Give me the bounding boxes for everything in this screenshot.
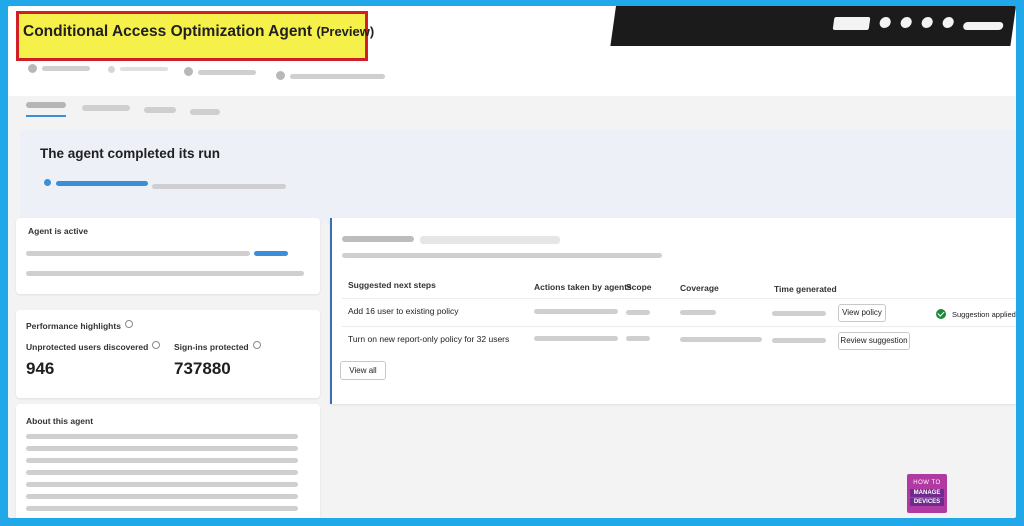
metric-label: Sign-ins protected	[174, 341, 261, 352]
view-all-button[interactable]: View all	[340, 361, 386, 380]
command-icon[interactable]	[108, 66, 115, 73]
notifications-icon[interactable]	[878, 17, 892, 28]
about-text-line	[26, 494, 298, 499]
column-header: Scope	[626, 282, 652, 292]
feedback-icon[interactable]	[941, 17, 955, 28]
active-tab-indicator	[26, 115, 66, 117]
action-cell	[534, 336, 618, 341]
agent-status-title: Agent is active	[28, 226, 88, 236]
suggestion-step: Turn on new report-only policy for 32 us…	[348, 334, 510, 344]
command-item[interactable]	[42, 66, 90, 71]
logo-line: MANAGE	[910, 489, 944, 497]
page-header: Conditional Access Optimization Agent (P…	[8, 6, 1016, 117]
tab-item[interactable]	[82, 105, 130, 111]
check-circle-icon	[936, 309, 946, 319]
performance-card: Performance highlights Unprotected users…	[16, 310, 320, 398]
about-text-line	[26, 470, 298, 475]
metric-value: 946	[26, 359, 55, 378]
column-header: Coverage	[680, 283, 719, 293]
account-menu[interactable]	[962, 22, 1004, 30]
action-cell	[534, 309, 618, 314]
about-text-line	[26, 506, 298, 511]
about-text-line	[26, 482, 298, 487]
suggestions-panel: Suggested next steps Actions taken by ag…	[330, 218, 1016, 404]
coverage-cell	[680, 310, 716, 315]
page-title-highlight: Conditional Access Optimization Agent (P…	[16, 11, 374, 61]
performance-title-text: Performance highlights	[26, 321, 121, 331]
agent-status-card: Agent is active	[16, 218, 320, 294]
command-item[interactable]	[290, 74, 385, 79]
progress-dot	[44, 179, 51, 186]
progress-bar-filled	[56, 181, 148, 186]
panel-description	[342, 253, 662, 258]
info-icon[interactable]	[252, 341, 261, 349]
command-icon[interactable]	[276, 71, 285, 80]
status-detail	[26, 251, 250, 256]
command-item[interactable]	[198, 70, 256, 75]
suggestion-status: Suggestion applied	[952, 310, 1016, 319]
logo-line: HOW TO	[913, 480, 941, 486]
about-text-line	[26, 446, 298, 451]
performance-title: Performance highlights	[26, 320, 133, 331]
banner-title: The agent completed its run	[40, 146, 221, 161]
logo-line: DEVICES	[910, 498, 944, 506]
command-item[interactable]	[120, 67, 168, 71]
top-bar-search[interactable]	[832, 17, 871, 30]
row-divider	[342, 298, 1016, 299]
column-header: Suggested next steps	[348, 280, 436, 290]
metric-value: 737880	[174, 359, 231, 378]
metric-label-text: Unprotected users discovered	[26, 342, 149, 352]
progress-bar-track	[152, 184, 286, 189]
column-header: Actions taken by agents	[534, 282, 632, 292]
review-suggestion-button[interactable]: Review suggestion	[838, 332, 910, 350]
scope-cell	[626, 336, 650, 341]
page-title-main: Conditional Access Optimization Agent	[23, 23, 313, 40]
metric-label-text: Sign-ins protected	[174, 342, 249, 352]
run-status-banner: The agent completed its run	[20, 130, 1016, 224]
time-cell	[772, 338, 826, 343]
time-cell	[772, 311, 826, 316]
settings-icon[interactable]	[899, 17, 913, 28]
app-window: Conditional Access Optimization Agent (P…	[8, 6, 1016, 518]
column-header: Time generated	[774, 284, 837, 294]
page-title-badge: (Preview)	[316, 24, 375, 39]
row-divider	[342, 326, 1016, 327]
view-policy-button[interactable]: View policy	[838, 304, 886, 322]
coverage-cell	[680, 337, 762, 342]
about-title: About this agent	[26, 416, 94, 426]
tab-item[interactable]	[144, 107, 176, 113]
info-icon[interactable]	[124, 320, 133, 328]
command-icon[interactable]	[184, 67, 193, 76]
tab-item[interactable]	[190, 109, 220, 115]
metric-label: Unprotected users discovered	[26, 341, 161, 352]
how-to-manage-devices-logo: HOW TO MANAGE DEVICES	[907, 474, 947, 513]
top-bar	[610, 6, 1016, 46]
about-text-line	[26, 458, 298, 463]
page-title: Conditional Access Optimization Agent (P…	[23, 23, 374, 41]
suggestion-step: Add 16 user to existing policy	[348, 306, 459, 316]
about-text-line	[26, 434, 298, 439]
status-detail	[26, 271, 304, 276]
info-icon[interactable]	[152, 341, 161, 349]
help-icon[interactable]	[920, 17, 934, 28]
scope-cell	[626, 310, 650, 315]
tab-overview[interactable]	[26, 102, 66, 108]
command-icon[interactable]	[28, 64, 37, 73]
panel-heading	[342, 236, 414, 242]
about-card: About this agent	[16, 404, 320, 518]
status-link[interactable]	[254, 251, 288, 256]
panel-heading-secondary	[420, 236, 560, 244]
